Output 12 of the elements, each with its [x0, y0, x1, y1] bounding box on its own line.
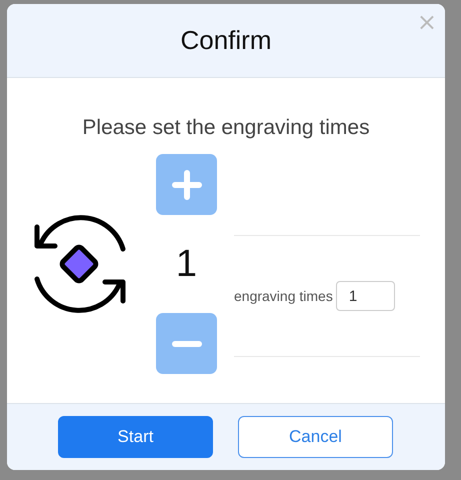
start-button[interactable]: Start [58, 416, 213, 458]
count-value: 1 [176, 242, 198, 286]
minus-icon [172, 340, 202, 348]
prompt-text: Please set the engraving times [82, 116, 370, 141]
field-label: engraving times [234, 288, 333, 304]
plus-icon [172, 170, 202, 200]
times-input[interactable]: 1 [336, 281, 395, 311]
cancel-button[interactable]: Cancel [238, 416, 393, 458]
refresh-diamond-icon [33, 213, 127, 315]
dialog-title: Confirm [180, 25, 272, 56]
increment-button[interactable] [156, 154, 217, 215]
decrement-button[interactable] [156, 313, 217, 374]
